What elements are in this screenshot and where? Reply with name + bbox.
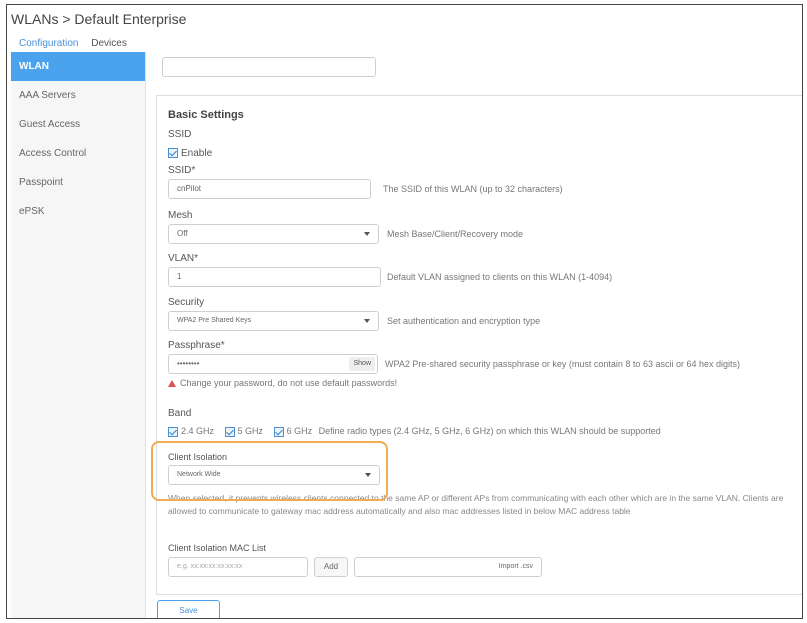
chevron-down-icon	[364, 232, 370, 236]
mac-address-input[interactable]: e.g. xx:xx:xx:xx:xx:xx	[168, 557, 308, 577]
band-5ghz[interactable]: 5 GHz	[224, 426, 263, 437]
passphrase-help: WPA2 Pre-shared security passphrase or k…	[385, 359, 740, 369]
band-label: Band	[168, 408, 192, 419]
band-help: Define radio types (2.4 GHz, 5 GHz, 6 GH…	[318, 426, 661, 436]
warning-icon	[168, 380, 176, 388]
main-content: Basic Settings SSID Enable SSID* cnPilot…	[146, 52, 802, 618]
passphrase-input[interactable]: •••••••• Show	[168, 354, 378, 374]
enable-checkbox-row[interactable]: Enable	[168, 148, 212, 159]
show-password-button[interactable]: Show	[349, 357, 375, 371]
chevron-down-icon	[364, 319, 370, 323]
security-select[interactable]: WPA2 Pre Shared Keys	[168, 311, 379, 331]
import-file-field[interactable]: Import .csv	[354, 557, 542, 577]
enable-label: Enable	[181, 148, 213, 159]
vlan-help: Default VLAN assigned to clients on this…	[387, 272, 613, 282]
sidebar-item-aaa-servers[interactable]: AAA Servers	[11, 81, 145, 110]
sidebar-item-access-control[interactable]: Access Control	[11, 139, 145, 168]
security-select-value: WPA2 Pre Shared Keys	[177, 317, 252, 324]
mesh-help: Mesh Base/Client/Recovery mode	[387, 229, 524, 239]
ssid-group-label: SSID	[168, 129, 192, 140]
band-5ghz-checkbox[interactable]	[224, 426, 235, 437]
enable-checkbox[interactable]	[168, 148, 178, 159]
client-isolation-highlight	[151, 441, 388, 501]
sidebar: WLAN AAA Servers Guest Access Access Con…	[11, 52, 146, 618]
basic-settings-card: Basic Settings SSID Enable SSID* cnPilot…	[156, 95, 802, 595]
tab-bar: Configuration Devices	[19, 38, 137, 49]
band-2-4ghz[interactable]: 2.4 GHz	[168, 426, 214, 437]
mesh-select[interactable]: Off	[168, 224, 379, 244]
security-label: Security	[168, 297, 205, 308]
save-button[interactable]: Save	[157, 600, 220, 618]
band-6ghz-checkbox[interactable]	[273, 426, 284, 437]
password-warning-text: Change your password, do not use default…	[180, 378, 398, 388]
tab-configuration[interactable]: Configuration	[19, 38, 78, 49]
passphrase-value: ••••••••	[177, 359, 200, 368]
sidebar-item-passpoint[interactable]: Passpoint	[11, 168, 145, 197]
band-6ghz[interactable]: 6 GHz	[273, 426, 312, 437]
mesh-select-value: Off	[177, 229, 188, 238]
import-csv-button[interactable]: Import .csv	[499, 558, 533, 576]
band-2-4ghz-checkbox[interactable]	[168, 426, 178, 437]
add-mac-button[interactable]: Add	[314, 557, 348, 577]
mesh-label: Mesh	[168, 210, 193, 221]
ssid-label: SSID*	[168, 165, 196, 176]
ssid-input[interactable]: cnPilot	[168, 179, 371, 199]
top-field[interactable]	[162, 57, 376, 77]
passphrase-label: Passphrase*	[168, 340, 225, 351]
ssid-help: The SSID of this WLAN (up to 32 characte…	[383, 184, 563, 194]
tab-devices[interactable]: Devices	[91, 38, 127, 49]
sidebar-item-guest-access[interactable]: Guest Access	[11, 110, 145, 139]
breadcrumb: WLANs > Default Enterprise	[11, 11, 187, 27]
app-window: WLANs > Default Enterprise Configuration…	[6, 4, 803, 619]
vlan-input[interactable]: 1	[168, 267, 381, 287]
sidebar-item-wlan[interactable]: WLAN	[11, 52, 145, 81]
vlan-label: VLAN*	[168, 253, 199, 264]
sidebar-item-epsk[interactable]: ePSK	[11, 197, 145, 226]
band-row: 2.4 GHz 5 GHz 6 GHz Define radio types (…	[168, 426, 661, 437]
password-warning: Change your password, do not use default…	[168, 378, 397, 388]
security-help: Set authentication and encryption type	[387, 316, 541, 326]
mac-list-label: Client Isolation MAC List	[168, 543, 267, 553]
section-title: Basic Settings	[168, 109, 244, 121]
